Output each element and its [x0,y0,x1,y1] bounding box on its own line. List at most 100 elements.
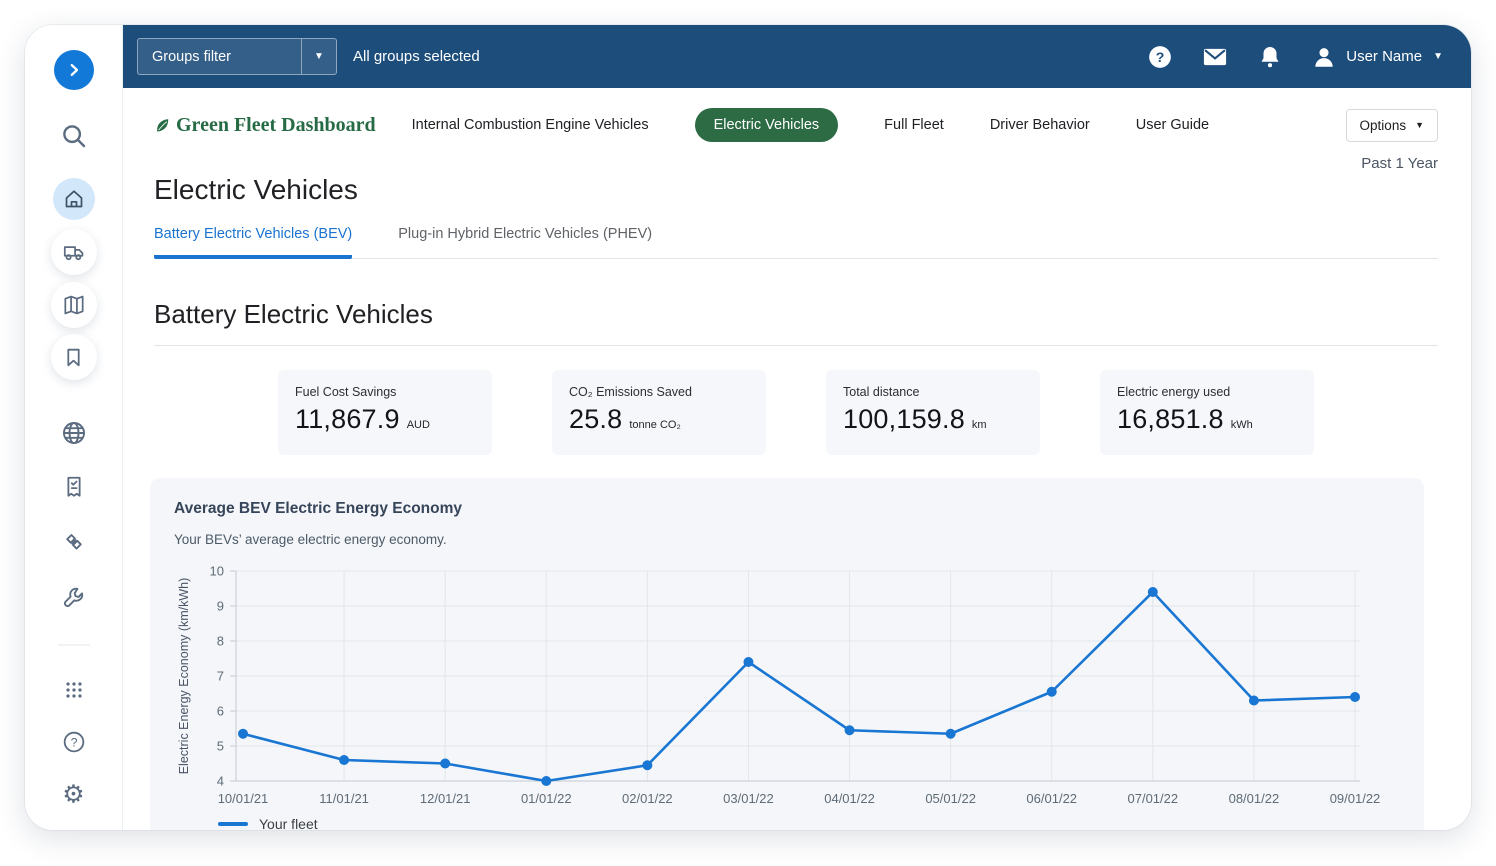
stat-value: 16,851.8 [1117,404,1224,434]
stat-unit: AUD [406,419,430,431]
svg-text:04/01/22: 04/01/22 [824,791,875,806]
user-name-label: User Name [1346,48,1423,65]
dashboard-header: Green Fleet Dashboard Internal Combustio… [154,108,1438,142]
svg-text:12/01/21: 12/01/21 [420,791,471,806]
sidebar-item-apps[interactable] [61,677,87,703]
nav-item-electric-vehicles[interactable]: Electric Vehicles [694,108,839,142]
stat-unit: kWh [1230,419,1253,431]
sidebar-item-vehicles[interactable] [50,229,97,275]
chevron-down-icon: ▼ [1433,51,1443,62]
stat-label: Electric energy used [1117,385,1231,399]
svg-text:6: 6 [217,704,224,719]
help-circle-icon[interactable]: ? [1147,44,1173,70]
wrench-icon [60,584,88,612]
sidebar-item-search[interactable] [59,121,89,151]
nav-item-ice-vehicles[interactable]: Internal Combustion Engine Vehicles [412,117,649,133]
nav-item-full-fleet[interactable]: Full Fleet [884,117,944,133]
stat-label: Total distance [843,385,920,399]
stat-card-fuel-cost-savings: Fuel Cost Savings 11,867.9 AUD [278,370,492,455]
sidebar: ? ⚙ [25,25,123,830]
stat-value: 11,867.9 [295,404,400,434]
svg-text:07/01/22: 07/01/22 [1128,791,1179,806]
chevron-right-icon [65,61,83,79]
topbar: Groups filter ▼ All groups selected ? Us… [123,25,1471,88]
tab-bev[interactable]: Battery Electric Vehicles (BEV) [154,226,353,259]
content-area: Green Fleet Dashboard Internal Combustio… [123,88,1471,830]
sidebar-item-help[interactable]: ? [60,729,87,756]
svg-text:?: ? [70,736,77,750]
nav-item-user-guide[interactable]: User Guide [1136,117,1209,133]
chart-legend: Your fleet [218,816,1400,830]
sidebar-item-home[interactable] [52,178,95,220]
stat-value: 100,159.8 [843,404,965,434]
user-menu[interactable]: User Name ▼ [1311,44,1443,70]
sidebar-item-maintenance[interactable] [60,584,88,612]
stat-card-total-distance: Total distance 100,159.8 km [826,370,1040,455]
svg-text:02/01/22: 02/01/22 [622,791,673,806]
globe-icon [59,419,88,448]
stat-unit: tonne CO₂ [629,419,681,431]
sidebar-expand-button[interactable] [53,50,94,90]
groups-filter-label: Groups filter [152,48,231,65]
bookmark-icon [61,345,86,370]
stat-label: Fuel Cost Savings [295,385,397,399]
app-window: ? ⚙ Groups filter ▼ All groups selected … [25,25,1471,830]
top-nav: Internal Combustion Engine Vehicles Elec… [412,108,1209,142]
sidebar-item-bookmarks[interactable] [50,334,97,380]
stat-unit: km [971,419,987,431]
svg-text:Electric Energy Economy (km/kW: Electric Energy Economy (km/kWh) [177,578,191,775]
sidebar-item-globe[interactable] [59,419,88,448]
nav-item-driver-behavior[interactable]: Driver Behavior [990,117,1090,133]
search-icon [59,121,89,151]
svg-text:11/01/21: 11/01/21 [319,791,369,806]
ev-tabs: Battery Electric Vehicles (BEV) Plug-in … [154,226,1438,259]
sidebar-item-settings[interactable]: ⚙ [62,780,85,809]
groups-status-text: All groups selected [353,48,480,65]
map-icon [61,292,87,318]
truck-icon [61,239,87,265]
svg-text:01/01/22: 01/01/22 [521,791,572,806]
user-avatar-icon [1311,44,1337,70]
sidebar-item-map[interactable] [50,282,97,328]
chart-title: Average BEV Electric Energy Economy [174,500,463,517]
sidebar-item-satellite[interactable] [60,528,88,556]
stat-value: 25.8 [569,404,623,434]
svg-text:9: 9 [217,599,224,614]
leaf-icon [154,117,171,134]
chart-subtitle: Your BEVs’ average electric energy econo… [174,532,447,547]
report-checklist-icon [60,474,87,501]
section-title: Battery Electric Vehicles [154,299,433,329]
mail-icon[interactable] [1201,43,1229,71]
stat-card-co2-emissions-saved: CO₂ Emissions Saved 25.8 tonne CO₂ [552,370,766,455]
options-button-label: Options [1359,117,1407,133]
chevron-down-icon: ▼ [1415,120,1424,130]
svg-text:4: 4 [217,774,224,789]
brand-logo[interactable]: Green Fleet Dashboard [154,114,376,137]
groups-filter-dropdown[interactable]: Groups filter ▼ [137,38,337,75]
svg-text:10/01/21: 10/01/21 [218,791,269,806]
tab-phev[interactable]: Plug-in Hybrid Electric Vehicles (PHEV) [398,226,652,259]
sidebar-divider [57,644,90,646]
svg-text:05/01/22: 05/01/22 [925,791,976,806]
bell-icon[interactable] [1257,44,1283,70]
sidebar-item-reports[interactable] [60,474,87,501]
brand-title: Green Fleet Dashboard [176,113,376,136]
energy-economy-line-chart: 4 5 6 7 8 9 10 10/01/21 11/01/21 12/01/21 01/01/22… [177,564,1381,807]
svg-text:5: 5 [217,739,224,754]
gear-icon: ⚙ [62,780,85,809]
svg-text:06/01/22: 06/01/22 [1026,791,1077,806]
svg-text:03/01/22: 03/01/22 [723,791,774,806]
help-icon: ? [60,729,87,756]
stat-card-electric-energy-used: Electric energy used 16,851.8 kWh [1100,370,1314,455]
legend-swatch [218,822,248,826]
topbar-actions: ? User Name ▼ [1147,43,1443,71]
home-icon [62,187,86,211]
svg-text:10: 10 [210,564,224,579]
options-button[interactable]: Options ▼ [1345,108,1438,142]
main-column: Groups filter ▼ All groups selected ? Us… [123,25,1471,830]
stats-row: Fuel Cost Savings 11,867.9 AUD CO₂ Emiss… [154,370,1438,455]
satellite-icon [60,528,88,556]
energy-economy-chart-card: Average BEV Electric Energy Economy Your… [150,478,1424,830]
svg-text:09/01/22: 09/01/22 [1330,791,1381,806]
svg-text:08/01/22: 08/01/22 [1229,791,1280,806]
